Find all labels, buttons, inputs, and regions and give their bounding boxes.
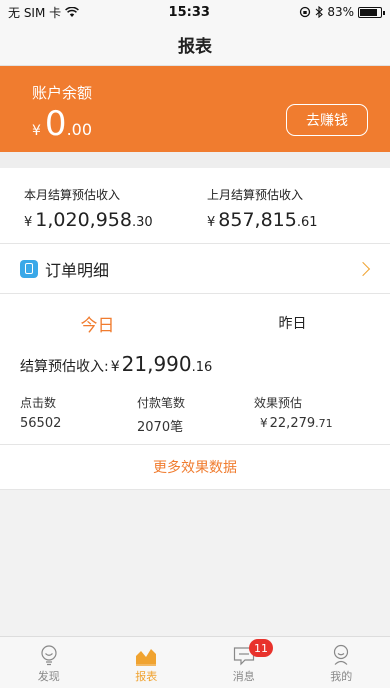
estimate-integer: 1,020,958 [35,209,132,231]
battery-icon [357,6,385,18]
metric-payments: 付款笔数 2070笔 [137,394,254,444]
estimate-label: 上月结算预估收入 [207,188,304,202]
estimate-currency: ¥ [207,215,216,230]
chart-icon [136,649,157,666]
order-details-row[interactable]: 订单明细 [0,244,390,294]
user-icon [334,644,349,665]
tab-label: 我的 [330,670,353,683]
tab-label: 消息 [232,670,255,683]
settle-estimate: 结算预估收入: ¥ 21,990 .16 [0,352,390,388]
status-bar: 无 SIM 卡 15:33 83% [0,0,390,24]
estimate-this-month: 本月结算预估收入 ¥ 1,020,958 .30 [24,186,207,243]
metric-clicks: 点击数 56502 [20,394,137,444]
estimate-label: 本月结算预估收入 [24,188,121,202]
balance-integer: 0 [44,104,67,144]
estimate-integer: 857,815 [218,209,297,231]
balance-currency: ¥ [32,123,41,139]
metric-decimal: .71 [315,417,333,430]
balance-label: 账户余额 [32,84,93,102]
metric-value: ¥ 22,279 .71 [254,416,371,431]
battery-percent: 83% [327,5,354,19]
metric-label: 点击数 [20,396,57,410]
tab-messages[interactable]: 消息 11 [195,637,293,688]
tab-discover[interactable]: 发现 [0,637,98,688]
settle-integer: 21,990 [121,352,192,376]
status-left: 无 SIM 卡 [8,4,80,21]
battery-fill [359,8,377,16]
carrier-label: 无 SIM 卡 [8,5,62,20]
estimate-decimal: .61 [296,215,318,230]
estimate-row: 本月结算预估收入 ¥ 1,020,958 .30 上月结算预估收入 ¥ 857,… [0,168,390,244]
estimate-last-month: 上月结算预估收入 ¥ 857,815 .61 [207,186,390,243]
metric-currency: ¥ [260,416,268,430]
balance-decimal: .00 [66,120,93,139]
document-icon [20,259,38,278]
estimate-value: ¥ 1,020,958 .30 [24,209,207,231]
balance-card: 账户余额 ¥ 0 .00 去赚钱 [0,66,390,152]
bulb-icon [41,645,57,666]
wifi-icon [65,6,80,17]
chevron-right-icon [355,261,371,276]
estimate-value: ¥ 857,815 .61 [207,209,390,231]
tab-label: 发现 [37,670,60,683]
page-title: 报表 [178,37,212,57]
tab-yesterday[interactable]: 昨日 [195,313,390,333]
metrics-row: 点击数 56502 付款笔数 2070笔 效果预估 ¥ 22,279 .71 [0,394,390,444]
settle-decimal: .16 [191,360,213,375]
bluetooth-icon [315,6,324,18]
tab-label: 报表 [135,670,158,683]
day-tabs: 今日 昨日 [0,294,390,352]
metric-value: 2070笔 [137,420,184,435]
status-time: 15:33 [168,4,210,20]
settle-label: 结算预估收入: [20,359,109,375]
stats-panel: 今日 昨日 结算预估收入: ¥ 21,990 .16 点击数 56502 付款笔… [0,294,390,490]
section-divider [0,152,390,168]
estimate-currency: ¥ [24,215,33,230]
more-effect-data-link[interactable]: 更多效果数据 [0,444,390,488]
tab-today[interactable]: 今日 [0,311,195,336]
status-right: 83% [299,5,385,19]
metric-label: 付款笔数 [137,396,186,410]
metric-effect-estimate: 效果预估 ¥ 22,279 .71 [254,394,371,444]
settle-currency: ¥ [110,359,120,375]
metric-label: 效果预估 [254,396,303,410]
unread-badge: 11 [249,639,273,657]
tab-reports[interactable]: 报表 [98,637,196,688]
earn-money-button[interactable]: 去赚钱 [286,104,368,136]
order-details-label: 订单明细 [45,260,110,280]
metric-value: 56502 [20,416,62,431]
metric-integer: 22,279 [269,416,316,431]
estimate-decimal: .30 [131,215,153,230]
bottom-tab-bar: 发现 报表 消息 11 我的 [0,636,390,688]
rotation-lock-icon [300,6,311,18]
tab-mine[interactable]: 我的 [293,637,390,688]
nav-bar: 报表 [0,24,390,66]
